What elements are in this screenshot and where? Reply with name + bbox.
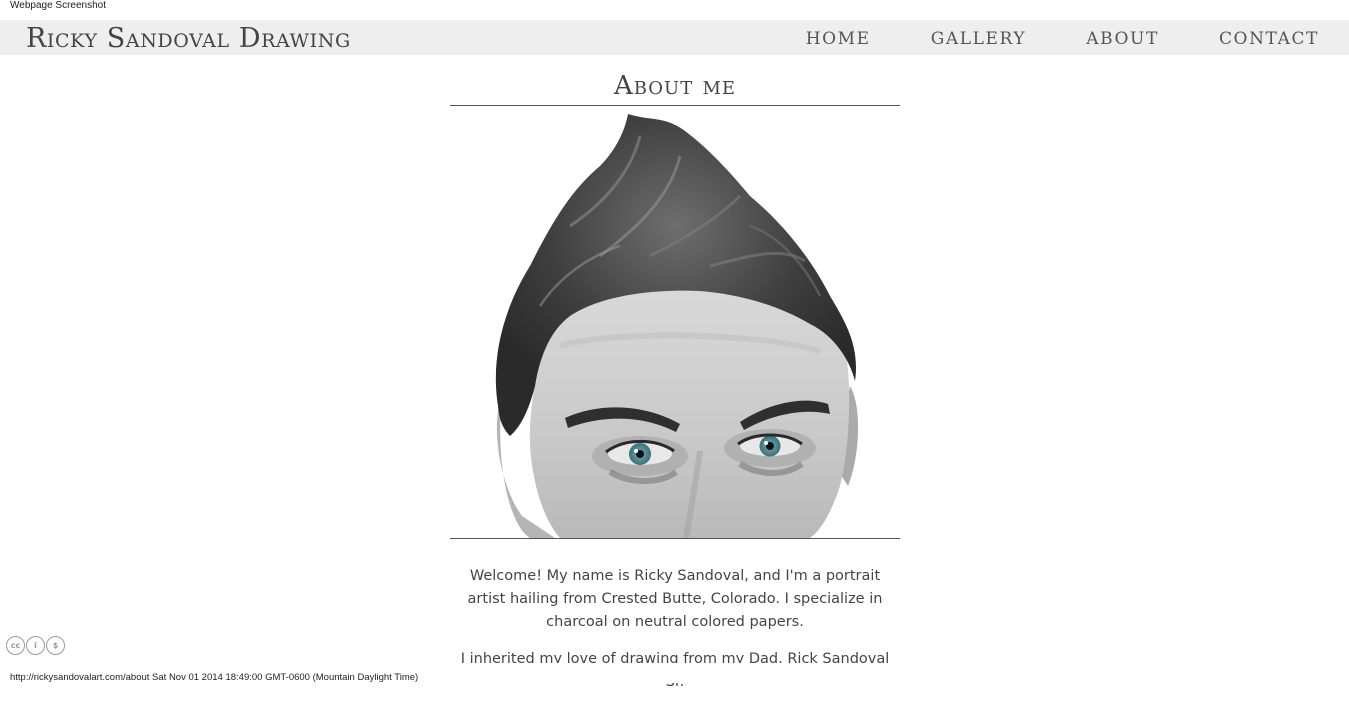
noncommercial-icon: $: [46, 636, 65, 655]
nav-contact[interactable]: CONTACT: [1189, 20, 1349, 55]
portrait-drawing: [495, 114, 859, 538]
license-badges[interactable]: cc i $: [6, 636, 65, 655]
nav-gallery[interactable]: GALLERY: [901, 20, 1057, 55]
about-content: About me Welcome! My name is Ricky Sando…: [450, 55, 900, 708]
page-title: About me: [450, 55, 900, 106]
main-nav: HOME GALLERY ABOUT CONTACT: [776, 20, 1349, 55]
capture-label: Webpage Screenshot: [10, 0, 106, 11]
cc-icon: cc: [6, 636, 25, 655]
portrait-image: [450, 106, 900, 539]
attribution-icon: i: [26, 636, 45, 655]
site-header: Ricky Sandoval Drawing HOME GALLERY ABOU…: [0, 20, 1349, 55]
nav-about[interactable]: ABOUT: [1056, 20, 1189, 55]
capture-url: http://rickysandovalart.com/about Sat No…: [10, 672, 419, 683]
site-title[interactable]: Ricky Sandoval Drawing: [26, 20, 351, 55]
nav-home[interactable]: HOME: [776, 20, 901, 55]
bio-paragraph: Welcome! My name is Ricky Sandoval, and …: [467, 568, 883, 630]
capture-footer: http://rickysandovalart.com/about Sat No…: [0, 663, 1349, 683]
